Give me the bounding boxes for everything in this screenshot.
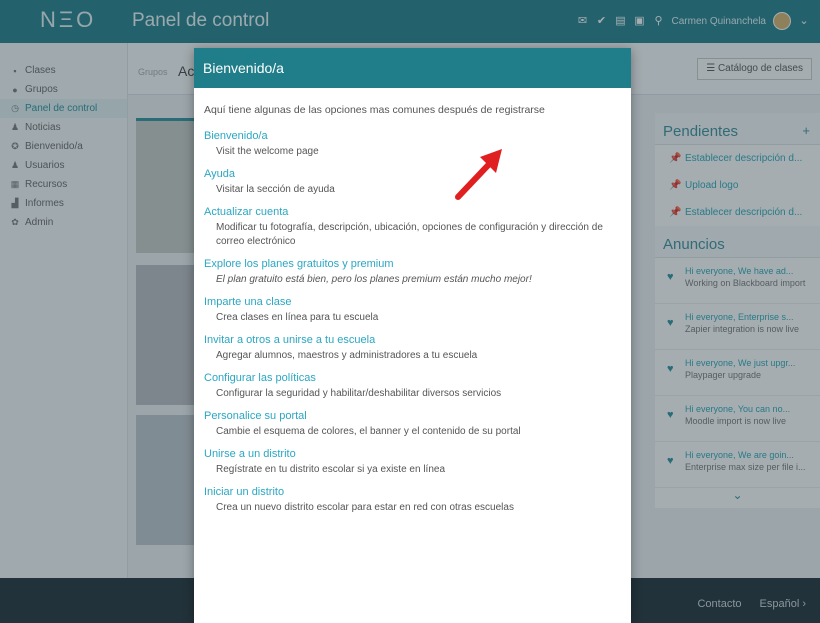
option-help: Ayuda Visitar la sección de ayuda bbox=[204, 168, 621, 197]
option-description: Crea un nuevo distrito escolar para esta… bbox=[216, 502, 514, 513]
option-invite: Invitar a otros a unirse a tu escuela Ag… bbox=[204, 334, 621, 363]
option-link[interactable]: Bienvenido/a bbox=[204, 130, 621, 143]
option-description: Regístrate en tu distrito escolar si ya … bbox=[216, 464, 446, 475]
option-link[interactable]: Invitar a otros a unirse a tu escuela bbox=[204, 334, 621, 347]
option-start-district: Iniciar un distrito Crea un nuevo distri… bbox=[204, 486, 621, 515]
option-teach-class: Imparte una clase Crea clases en línea p… bbox=[204, 296, 621, 325]
modal-body: Aquí tiene algunas de las opciones mas c… bbox=[194, 88, 631, 515]
option-link[interactable]: Unirse a un distrito bbox=[204, 448, 621, 461]
modal-intro: Aquí tiene algunas de las opciones mas c… bbox=[204, 104, 545, 116]
option-plans: Explore los planes gratuitos y premium E… bbox=[204, 258, 621, 287]
option-description: Agregar alumnos, maestros y administrado… bbox=[216, 350, 478, 361]
option-link[interactable]: Imparte una clase bbox=[204, 296, 621, 309]
option-description: Visit the welcome page bbox=[216, 146, 319, 157]
option-update-account: Actualizar cuenta Modificar tu fotografí… bbox=[204, 206, 621, 249]
option-description: Visitar la sección de ayuda bbox=[216, 184, 335, 195]
option-description: Modificar tu fotografía, descripción, ub… bbox=[216, 222, 603, 247]
option-description: El plan gratuito está bien, pero los pla… bbox=[216, 274, 532, 285]
option-description: Configurar la seguridad y habilitar/desh… bbox=[216, 388, 502, 399]
option-link[interactable]: Explore los planes gratuitos y premium bbox=[204, 258, 621, 271]
option-welcome: Bienvenido/a Visit the welcome page bbox=[204, 130, 621, 159]
option-link[interactable]: Ayuda bbox=[204, 168, 621, 181]
modal-title: Bienvenido/a bbox=[194, 48, 631, 88]
option-policies: Configurar las políticas Configurar la s… bbox=[204, 372, 621, 401]
option-link[interactable]: Iniciar un distrito bbox=[204, 486, 621, 499]
welcome-modal: Bienvenido/a Aquí tiene algunas de las o… bbox=[194, 48, 631, 623]
red-arrow-annotation-icon bbox=[455, 149, 502, 200]
option-customize-portal: Personalice su portal Cambie el esquema … bbox=[204, 410, 621, 439]
option-link[interactable]: Personalice su portal bbox=[204, 410, 621, 423]
option-description: Crea clases en línea para tu escuela bbox=[216, 312, 379, 323]
option-join-district: Unirse a un distrito Regístrate en tu di… bbox=[204, 448, 621, 477]
option-link[interactable]: Configurar las políticas bbox=[204, 372, 621, 385]
option-description: Cambie el esquema de colores, el banner … bbox=[216, 426, 521, 437]
option-link[interactable]: Actualizar cuenta bbox=[204, 206, 621, 219]
